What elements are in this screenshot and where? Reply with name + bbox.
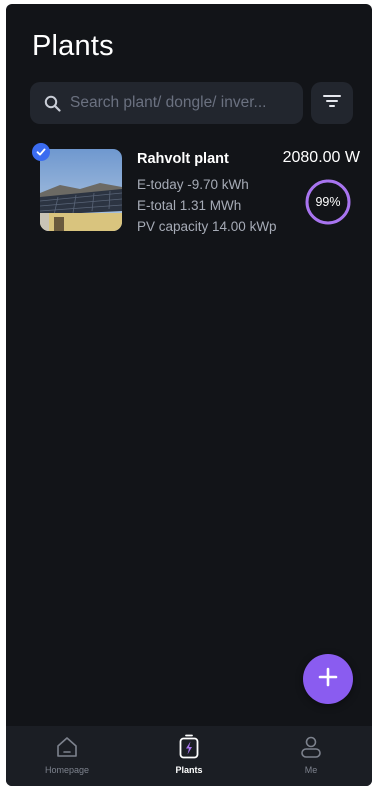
- page-title: Plants: [32, 30, 114, 62]
- search-bar[interactable]: [30, 82, 303, 124]
- add-plant-button[interactable]: [303, 654, 353, 704]
- plant-percentage-label: 99%: [315, 195, 341, 209]
- nav-item-homepage[interactable]: Homepage: [6, 726, 128, 786]
- plant-name: Rahvolt plant: [137, 151, 229, 167]
- plants-screen: Plants Search plant/ dongle/ inver... Ra…: [6, 4, 372, 786]
- plants-icon: [176, 734, 202, 760]
- search-icon: [43, 94, 61, 112]
- plant-e-today: E-today -9.70 kWh: [137, 177, 249, 192]
- plant-percentage-gauge: 99%: [303, 177, 353, 227]
- filter-icon: [323, 94, 341, 113]
- nav-item-me[interactable]: Me: [250, 726, 372, 786]
- home-icon: [54, 734, 80, 760]
- plant-photo: [40, 149, 122, 231]
- nav-label-plants: Plants: [175, 765, 203, 775]
- search-input[interactable]: [70, 94, 300, 112]
- plus-icon: [317, 666, 339, 693]
- bottom-nav: Homepage Plants Me: [6, 726, 372, 786]
- plant-pv-capacity: PV capacity 14.00 kWp: [137, 219, 277, 234]
- selected-check-icon[interactable]: [32, 143, 50, 161]
- user-icon: [298, 734, 324, 760]
- plant-card[interactable]: Rahvolt plant 2080.00 W E-today -9.70 kW…: [30, 141, 360, 241]
- plant-power: 2080.00 W: [282, 149, 360, 166]
- filter-button[interactable]: [311, 82, 353, 124]
- plant-e-total: E-total 1.31 MWh: [137, 198, 242, 213]
- nav-label-me: Me: [304, 765, 318, 775]
- nav-label-homepage: Homepage: [44, 765, 90, 775]
- nav-item-plants[interactable]: Plants: [128, 726, 250, 786]
